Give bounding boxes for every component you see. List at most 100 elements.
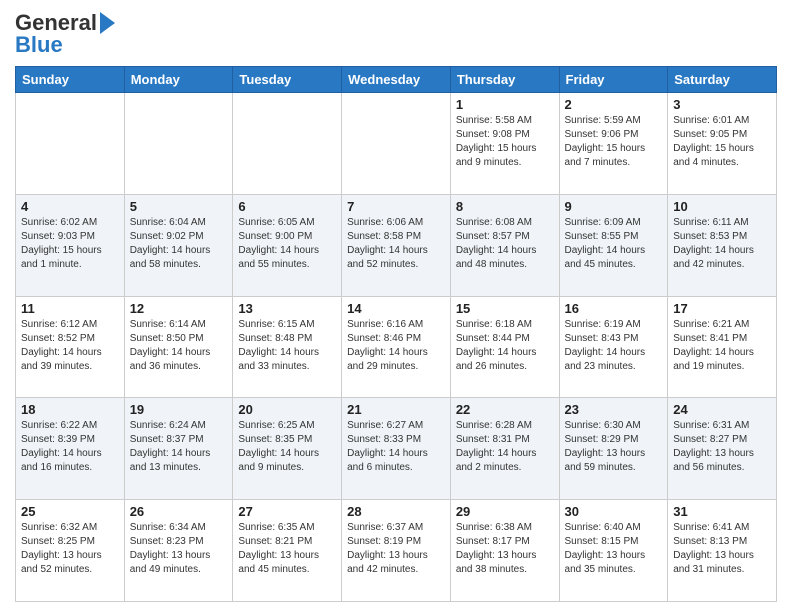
calendar-cell: 29 Sunrise: 6:38 AM Sunset: 8:17 PM Dayli… (450, 500, 559, 602)
calendar-cell: 12Sunrise: 6:14 AM Sunset: 8:50 PM Dayli… (124, 296, 233, 398)
day-info: Sunrise: 6:02 AM Sunset: 9:03 PM Dayligh… (21, 216, 119, 272)
day-number: 10 (673, 199, 771, 214)
day-info: Sunrise: 6:11 AM Sunset: 8:53 PM Dayligh… (673, 216, 771, 272)
calendar-cell: 26Sunrise: 6:34 AM Sunset: 8:23 PM Dayli… (124, 500, 233, 602)
day-number: 3 (673, 97, 771, 112)
page: General Blue SundayMondayTuesdayWednesda… (0, 0, 792, 612)
day-number: 19 (130, 402, 228, 417)
calendar-cell (233, 93, 342, 195)
calendar-cell: 4Sunrise: 6:02 AM Sunset: 9:03 PM Daylig… (16, 194, 125, 296)
calendar-cell: 13 Sunrise: 6:15 AM Sunset: 8:48 PM Dayli… (233, 296, 342, 398)
col-header-saturday: Saturday (668, 67, 777, 93)
day-info: Sunrise: 6:34 AM Sunset: 8:23 PM Dayligh… (130, 521, 228, 577)
calendar-cell: 1 Sunrise: 5:58 AM Sunset: 9:08 PM Daylig… (450, 93, 559, 195)
day-info: Sunrise: 6:12 AM Sunset: 8:52 PM Dayligh… (21, 318, 119, 374)
day-info: Sunrise: 6:24 AM Sunset: 8:37 PM Dayligh… (130, 419, 228, 475)
header: General Blue (15, 10, 777, 58)
calendar-cell: 3 Sunrise: 6:01 AM Sunset: 9:05 PM Daylig… (668, 93, 777, 195)
calendar-cell: 19 Sunrise: 6:24 AM Sunset: 8:37 PM Dayli… (124, 398, 233, 500)
calendar-table: SundayMondayTuesdayWednesdayThursdayFrid… (15, 66, 777, 602)
calendar-cell: 25 Sunrise: 6:32 AM Sunset: 8:25 PM Dayli… (16, 500, 125, 602)
day-info: Sunrise: 6:35 AM Sunset: 8:21 PM Dayligh… (238, 521, 336, 577)
day-number: 24 (673, 402, 771, 417)
day-info: Sunrise: 6:06 AM Sunset: 8:58 PM Dayligh… (347, 216, 445, 272)
day-info: Sunrise: 6:41 AM Sunset: 8:13 PM Dayligh… (673, 521, 771, 577)
calendar-cell: 6 Sunrise: 6:05 AM Sunset: 9:00 PM Daylig… (233, 194, 342, 296)
day-info: Sunrise: 6:27 AM Sunset: 8:33 PM Dayligh… (347, 419, 445, 475)
calendar-cell: 5 Sunrise: 6:04 AM Sunset: 9:02 PM Daylig… (124, 194, 233, 296)
day-number: 23 (565, 402, 663, 417)
calendar-cell (16, 93, 125, 195)
logo: General Blue (15, 10, 115, 58)
day-info: Sunrise: 6:21 AM Sunset: 8:41 PM Dayligh… (673, 318, 771, 374)
day-number: 22 (456, 402, 554, 417)
day-info: Sunrise: 6:15 AM Sunset: 8:48 PM Dayligh… (238, 318, 336, 374)
day-info: Sunrise: 6:37 AM Sunset: 8:19 PM Dayligh… (347, 521, 445, 577)
col-header-thursday: Thursday (450, 67, 559, 93)
calendar-cell: 17 Sunrise: 6:21 AM Sunset: 8:41 PM Dayli… (668, 296, 777, 398)
day-info: Sunrise: 6:25 AM Sunset: 8:35 PM Dayligh… (238, 419, 336, 475)
day-info: Sunrise: 6:16 AM Sunset: 8:46 PM Dayligh… (347, 318, 445, 374)
day-info: Sunrise: 6:40 AM Sunset: 8:15 PM Dayligh… (565, 521, 663, 577)
day-number: 5 (130, 199, 228, 214)
day-info: Sunrise: 5:58 AM Sunset: 9:08 PM Dayligh… (456, 114, 554, 170)
day-info: Sunrise: 6:19 AM Sunset: 8:43 PM Dayligh… (565, 318, 663, 374)
day-info: Sunrise: 6:22 AM Sunset: 8:39 PM Dayligh… (21, 419, 119, 475)
calendar-cell: 7 Sunrise: 6:06 AM Sunset: 8:58 PM Daylig… (342, 194, 451, 296)
calendar-cell (124, 93, 233, 195)
calendar-cell: 31 Sunrise: 6:41 AM Sunset: 8:13 PM Dayli… (668, 500, 777, 602)
calendar-cell: 9 Sunrise: 6:09 AM Sunset: 8:55 PM Daylig… (559, 194, 668, 296)
day-number: 31 (673, 504, 771, 519)
logo-blue: Blue (15, 32, 63, 58)
day-number: 15 (456, 301, 554, 316)
day-info: Sunrise: 6:01 AM Sunset: 9:05 PM Dayligh… (673, 114, 771, 170)
day-number: 13 (238, 301, 336, 316)
day-number: 8 (456, 199, 554, 214)
col-header-sunday: Sunday (16, 67, 125, 93)
day-number: 1 (456, 97, 554, 112)
day-info: Sunrise: 6:31 AM Sunset: 8:27 PM Dayligh… (673, 419, 771, 475)
day-info: Sunrise: 6:32 AM Sunset: 8:25 PM Dayligh… (21, 521, 119, 577)
day-number: 30 (565, 504, 663, 519)
day-number: 20 (238, 402, 336, 417)
calendar-cell: 27 Sunrise: 6:35 AM Sunset: 8:21 PM Dayli… (233, 500, 342, 602)
day-number: 9 (565, 199, 663, 214)
day-number: 27 (238, 504, 336, 519)
day-number: 2 (565, 97, 663, 112)
calendar-cell: 11 Sunrise: 6:12 AM Sunset: 8:52 PM Dayli… (16, 296, 125, 398)
day-info: Sunrise: 6:05 AM Sunset: 9:00 PM Dayligh… (238, 216, 336, 272)
day-number: 11 (21, 301, 119, 316)
day-info: Sunrise: 6:09 AM Sunset: 8:55 PM Dayligh… (565, 216, 663, 272)
calendar-cell: 20 Sunrise: 6:25 AM Sunset: 8:35 PM Dayli… (233, 398, 342, 500)
day-number: 18 (21, 402, 119, 417)
day-info: Sunrise: 6:18 AM Sunset: 8:44 PM Dayligh… (456, 318, 554, 374)
day-number: 14 (347, 301, 445, 316)
col-header-monday: Monday (124, 67, 233, 93)
day-number: 6 (238, 199, 336, 214)
calendar-cell: 2 Sunrise: 5:59 AM Sunset: 9:06 PM Daylig… (559, 93, 668, 195)
calendar-cell: 15 Sunrise: 6:18 AM Sunset: 8:44 PM Dayli… (450, 296, 559, 398)
calendar-cell: 23 Sunrise: 6:30 AM Sunset: 8:29 PM Dayli… (559, 398, 668, 500)
col-header-wednesday: Wednesday (342, 67, 451, 93)
calendar-cell (342, 93, 451, 195)
calendar-cell: 18 Sunrise: 6:22 AM Sunset: 8:39 PM Dayli… (16, 398, 125, 500)
day-info: Sunrise: 6:08 AM Sunset: 8:57 PM Dayligh… (456, 216, 554, 272)
day-info: Sunrise: 6:04 AM Sunset: 9:02 PM Dayligh… (130, 216, 228, 272)
col-header-friday: Friday (559, 67, 668, 93)
day-number: 28 (347, 504, 445, 519)
day-number: 17 (673, 301, 771, 316)
day-info: Sunrise: 6:28 AM Sunset: 8:31 PM Dayligh… (456, 419, 554, 475)
day-number: 7 (347, 199, 445, 214)
calendar-cell: 8 Sunrise: 6:08 AM Sunset: 8:57 PM Daylig… (450, 194, 559, 296)
calendar-cell: 30 Sunrise: 6:40 AM Sunset: 8:15 PM Dayli… (559, 500, 668, 602)
col-header-tuesday: Tuesday (233, 67, 342, 93)
day-number: 21 (347, 402, 445, 417)
calendar-cell: 10 Sunrise: 6:11 AM Sunset: 8:53 PM Dayli… (668, 194, 777, 296)
day-number: 25 (21, 504, 119, 519)
calendar-cell: 22 Sunrise: 6:28 AM Sunset: 8:31 PM Dayli… (450, 398, 559, 500)
day-number: 29 (456, 504, 554, 519)
day-info: Sunrise: 6:38 AM Sunset: 8:17 PM Dayligh… (456, 521, 554, 577)
day-info: Sunrise: 6:30 AM Sunset: 8:29 PM Dayligh… (565, 419, 663, 475)
calendar-cell: 16Sunrise: 6:19 AM Sunset: 8:43 PM Dayli… (559, 296, 668, 398)
day-info: Sunrise: 5:59 AM Sunset: 9:06 PM Dayligh… (565, 114, 663, 170)
